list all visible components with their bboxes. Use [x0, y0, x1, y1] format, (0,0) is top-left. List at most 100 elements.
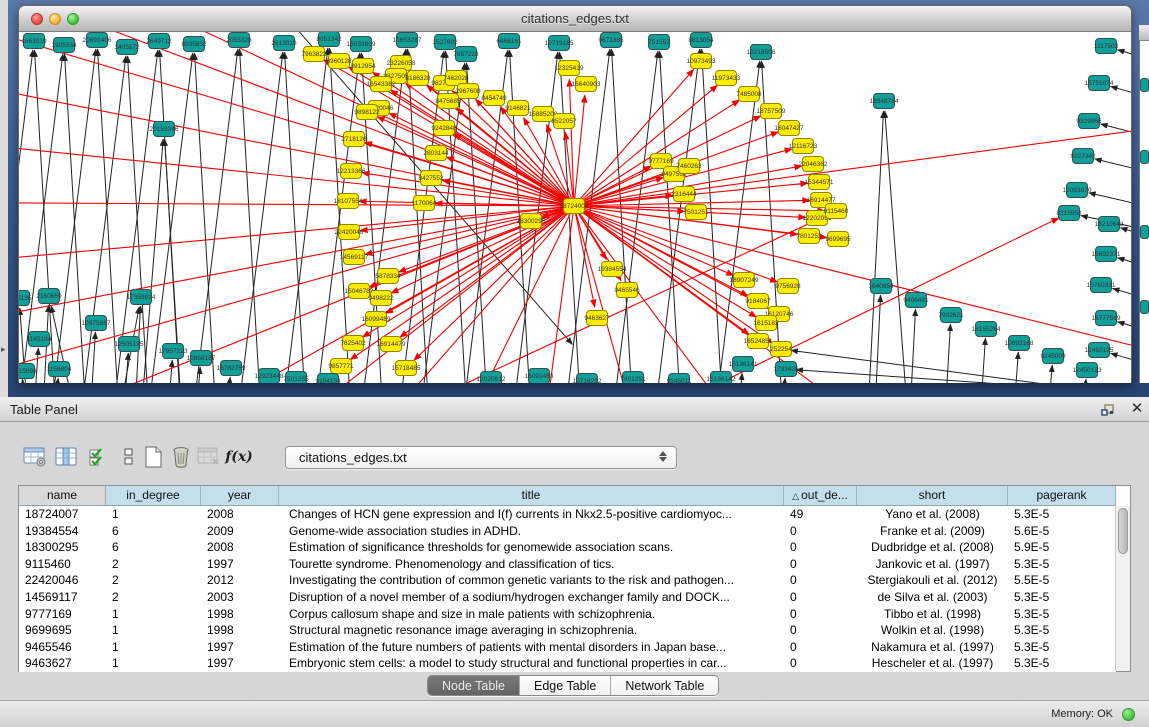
- tab-network-table[interactable]: Network Table: [611, 676, 718, 695]
- network-node[interactable]: 8427552: [418, 171, 444, 186]
- table-row[interactable]: 1830029562008Estimation of significance …: [19, 539, 1116, 556]
- network-edge[interactable]: [19, 132, 574, 206]
- network-node[interactable]: 9406481: [903, 293, 929, 308]
- table-body[interactable]: 1872400712008Changes of HCN gene express…: [19, 506, 1116, 672]
- network-node[interactable]: 9245011: [667, 374, 692, 384]
- network-edge[interactable]: [98, 49, 123, 383]
- network-node[interactable]: 16777569: [1092, 311, 1121, 326]
- table-row[interactable]: 1938455462009Genome-wide association stu…: [19, 523, 1116, 540]
- network-edge[interactable]: [467, 63, 492, 383]
- network-node[interactable]: 16210643: [1095, 217, 1124, 232]
- network-node[interactable]: 12325419: [555, 61, 584, 76]
- column-header-name[interactable]: name: [19, 486, 106, 506]
- table-row[interactable]: 969969511998Structural magnetic resonanc…: [19, 622, 1116, 639]
- network-node[interactable]: 9463627: [584, 311, 610, 326]
- network-edge[interactable]: [19, 32, 574, 206]
- network-edge[interactable]: [1079, 379, 1086, 383]
- network-node[interactable]: 15136141: [729, 357, 758, 372]
- network-node[interactable]: 16543382: [367, 77, 396, 92]
- minimize-traffic-light[interactable]: [49, 13, 61, 25]
- network-edge[interactable]: [187, 49, 238, 383]
- network-node[interactable]: 7801253: [796, 229, 822, 244]
- network-node[interactable]: 9898122: [354, 105, 380, 120]
- network-edge[interactable]: [1095, 159, 1131, 182]
- network-node[interactable]: 8186328: [405, 71, 431, 86]
- network-edge[interactable]: [45, 49, 96, 383]
- network-node[interactable]: 1733426: [773, 362, 799, 377]
- network-edge[interactable]: [1101, 124, 1131, 147]
- table-row[interactable]: 1456911722003Disruption of a novel membe…: [19, 589, 1116, 606]
- network-node[interactable]: 7460263: [676, 159, 702, 174]
- network-edge[interactable]: [1117, 50, 1131, 72]
- network-canvas[interactable]: 1872400779638228960128891295423226058982…: [19, 32, 1131, 383]
- network-edge[interactable]: [19, 206, 574, 383]
- network-node[interactable]: 9329966: [1076, 114, 1102, 129]
- network-node[interactable]: 22420046: [335, 225, 364, 240]
- network-node[interactable]: 16155264: [972, 322, 1001, 337]
- network-node[interactable]: 9465546: [614, 283, 640, 298]
- network-node[interactable]: 8215953: [1056, 206, 1082, 221]
- select-attributes-icon[interactable]: [86, 444, 112, 470]
- network-edge[interactable]: [1120, 228, 1131, 250]
- network-node[interactable]: 5878334: [375, 269, 401, 284]
- network-node[interactable]: 1615182: [753, 316, 779, 331]
- column-header-year[interactable]: year: [201, 486, 279, 506]
- network-node[interactable]: 7857223: [453, 47, 479, 62]
- network-node[interactable]: 2803144: [423, 146, 449, 161]
- network-node[interactable]: 18724007: [560, 199, 589, 214]
- network-node[interactable]: 16524851: [744, 334, 773, 349]
- show-columns-icon[interactable]: [54, 444, 80, 470]
- network-edge[interactable]: [1089, 193, 1131, 216]
- network-edge[interactable]: [309, 53, 360, 383]
- network-node[interactable]: 12505135: [115, 337, 144, 352]
- network-node[interactable]: 8912954: [350, 59, 376, 74]
- network-edge[interactable]: [165, 360, 172, 383]
- network-edge[interactable]: [389, 113, 574, 206]
- scrollbar-thumb[interactable]: [1118, 508, 1128, 554]
- network-edge[interactable]: [88, 332, 95, 383]
- network-node[interactable]: 8475685: [435, 94, 461, 109]
- network-edge[interactable]: [574, 95, 585, 206]
- network-node[interactable]: 2718126: [341, 132, 367, 147]
- network-node[interactable]: 2967608: [455, 84, 481, 99]
- network-edge[interactable]: [908, 309, 916, 383]
- network-edge[interactable]: [240, 49, 265, 383]
- network-edge[interactable]: [65, 54, 90, 383]
- network-node[interactable]: 15718485: [392, 361, 421, 376]
- column-header-pagerank[interactable]: pagerank: [1008, 486, 1116, 506]
- network-node[interactable]: 16091463: [525, 369, 554, 384]
- network-node[interactable]: 9146821: [505, 101, 531, 116]
- network-node[interactable]: 10716252: [573, 374, 602, 384]
- table-row[interactable]: 977716911998Corpus callosum shape and si…: [19, 606, 1116, 623]
- network-edge[interactable]: [574, 100, 740, 206]
- network-edge[interactable]: [128, 56, 153, 383]
- network-node[interactable]: 9227342: [1070, 149, 1096, 164]
- table-selector-dropdown[interactable]: citations_edges.txt: [285, 446, 677, 469]
- network-edge[interactable]: [1117, 322, 1131, 344]
- network-edge[interactable]: [1011, 352, 1018, 383]
- network-node[interactable]: 10719185: [545, 36, 574, 51]
- network-edge[interactable]: [285, 52, 310, 383]
- network-node[interactable]: 12923448: [255, 369, 284, 384]
- network-node[interactable]: 1145194: [27, 332, 52, 347]
- network-node[interactable]: 11973433: [712, 71, 741, 86]
- network-node[interactable]: 12450125: [1085, 343, 1114, 358]
- network-node[interactable]: 20153346: [150, 122, 179, 137]
- function-builder-icon[interactable]: f(x): [226, 444, 252, 470]
- new-table-icon[interactable]: [140, 444, 166, 470]
- network-node[interactable]: 16782759: [217, 361, 246, 376]
- network-edge[interactable]: [1113, 288, 1131, 311]
- network-node[interactable]: 9671385: [598, 33, 624, 48]
- network-edge[interactable]: [121, 353, 128, 383]
- network-node[interactable]: 3315098: [19, 364, 37, 379]
- network-node[interactable]: 8522057: [551, 114, 577, 129]
- network-node[interactable]: 12093870: [1063, 183, 1092, 198]
- network-node[interactable]: 18757509: [757, 104, 786, 119]
- network-node[interactable]: 15751074: [1085, 76, 1114, 91]
- network-node[interactable]: 2160659: [36, 289, 62, 304]
- network-edge[interactable]: [574, 206, 757, 317]
- close-traffic-light[interactable]: [31, 13, 43, 25]
- tab-edge-table[interactable]: Edge Table: [520, 676, 611, 695]
- network-node[interactable]: 10653287: [393, 33, 422, 48]
- network-node[interactable]: 15136142: [707, 372, 736, 384]
